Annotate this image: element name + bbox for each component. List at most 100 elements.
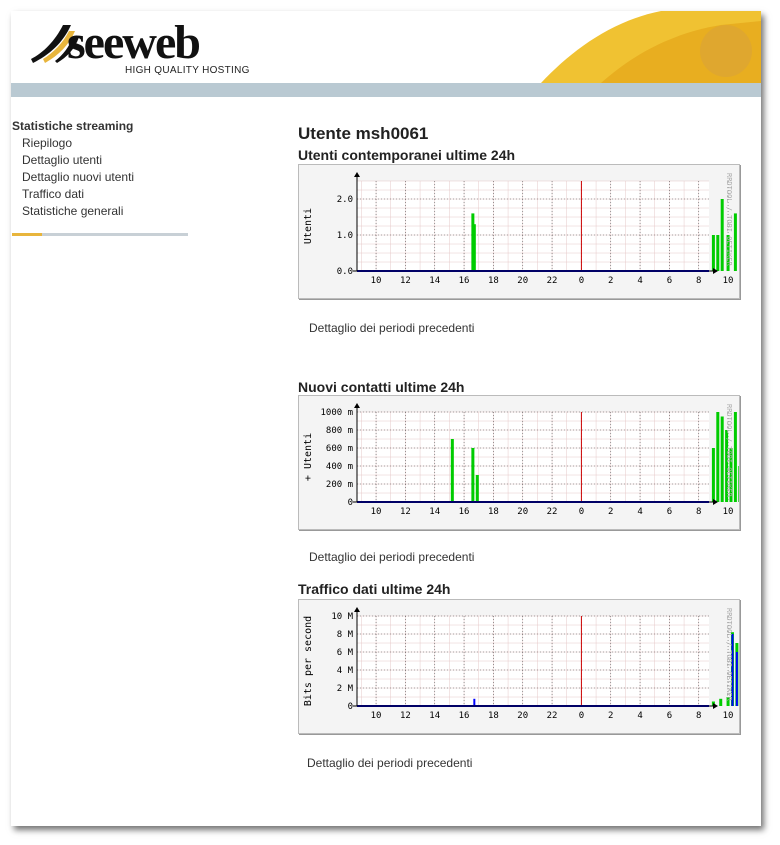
chart-nuovi-svg: 10121416182022024681012140200 m400 m600 … [303,403,739,517]
sidebar-item-statistiche-generali[interactable]: Statistiche generali [22,203,192,220]
x-tick-label: 2 [608,711,613,721]
x-tick-label: 10 [723,507,734,517]
y-tick-label: 4 M [337,666,354,676]
y-tick-label: 600 m [326,444,353,454]
series-out-bar [473,698,476,706]
series-in-bar [719,698,723,706]
section-title-utenti: Utenti contemporanei ultime 24h [298,147,516,163]
sidebar: Statistiche streaming Riepilogo Dettagli… [12,119,192,220]
x-tick-label: 2 [608,276,613,286]
series-bar [472,224,476,271]
sidebar-divider [12,233,188,236]
x-tick-label: 10 [371,276,382,286]
y-tick-label: 6 M [337,648,354,658]
link-periodi-nuovi[interactable]: Dettaglio dei periodi precedenti [309,550,474,564]
series-bar [475,475,479,502]
chart-traffico-svg: 101214161820220246810121402 M4 M6 M8 M10… [303,607,739,721]
x-tick-label: 6 [667,711,672,721]
x-tick-label: 18 [488,711,499,721]
series-bar [720,416,724,502]
x-tick-label: 10 [371,711,382,721]
series-bar [716,412,720,502]
x-tick-label: 22 [547,276,558,286]
brand-name: seeweb [67,16,201,69]
x-tick-label: 8 [696,507,701,517]
header: seeweb HIGH QUALITY HOSTING [11,11,761,83]
x-tick-label: 4 [637,711,642,721]
y-tick-label: 2 M [337,684,354,694]
sidebar-title: Statistiche streaming [12,119,134,133]
x-tick-label: 16 [459,276,470,286]
x-tick-label: 4 [637,276,642,286]
brand-tagline: HIGH QUALITY HOSTING [125,65,250,76]
chart-traffico: 101214161820220246810121402 M4 M6 M8 M10… [298,599,740,734]
y-axis-label: Utenti [303,208,314,244]
x-tick-label: 0 [579,711,584,721]
x-tick-label: 12 [400,276,411,286]
x-tick-label: 10 [723,711,734,721]
x-tick-label: 20 [517,276,528,286]
series-bar [733,412,737,502]
y-tick-label: 8 M [337,630,354,640]
x-tick-label: 20 [517,711,528,721]
x-tick-label: 8 [696,276,701,286]
header-bar [11,83,761,97]
y-tick-label: 2.0 [337,195,353,205]
link-periodi-utenti[interactable]: Dettaglio dei periodi precedenti [309,321,474,335]
watermark-text: RRDTOOL / TOBI OETIKER [725,404,733,498]
series-bar [711,235,715,271]
x-tick-label: 22 [547,711,558,721]
x-tick-label: 18 [488,507,499,517]
y-tick-label: 0.0 [337,267,353,277]
watermark-text: RRDTOOL / TOBI OETIKER [725,608,733,702]
x-tick-label: 6 [667,507,672,517]
x-tick-label: 4 [637,507,642,517]
page-frame: seeweb HIGH QUALITY HOSTING Statistiche … [11,11,761,826]
watermark-text: RRDTOOL / TOBI OETIKER [725,173,733,267]
series-bar [720,199,724,271]
chart-utenti-svg: 10121416182022024681012140.01.02.0Utenti… [303,172,737,286]
series-bar [716,235,720,271]
x-tick-label: 0 [579,276,584,286]
section-title-nuovi: Nuovi contatti ultime 24h [298,379,465,395]
y-axis-arrow [354,403,360,408]
y-axis-label: Bits per second [303,616,314,706]
x-tick-label: 10 [371,507,382,517]
x-tick-label: 14 [429,507,440,517]
y-tick-label: 200 m [326,480,353,490]
link-periodi-traffico[interactable]: Dettaglio dei periodi precedenti [307,756,472,770]
series-bar [711,448,715,502]
x-tick-label: 22 [547,507,558,517]
section-title-traffico: Traffico dati ultime 24h [298,581,451,597]
y-axis-arrow [354,607,360,612]
sun-decoration-icon [541,11,761,83]
y-tick-label: 10 M [331,612,353,622]
y-tick-label: 400 m [326,462,353,472]
sidebar-item-dettaglio-nuovi-utenti[interactable]: Dettaglio nuovi utenti [22,169,192,186]
sidebar-item-dettaglio-utenti[interactable]: Dettaglio utenti [22,152,192,169]
series-bar [471,448,475,502]
x-tick-label: 10 [723,276,734,286]
y-tick-label: 1.0 [337,231,353,241]
x-tick-label: 12 [400,507,411,517]
y-tick-label: 800 m [326,426,353,436]
x-tick-label: 12 [400,711,411,721]
x-axis-arrow [713,703,718,709]
y-axis-label: + Utenti [303,433,314,481]
series-bar [450,439,454,502]
x-tick-label: 6 [667,276,672,286]
sidebar-item-riepilogo[interactable]: Riepilogo [22,135,192,152]
x-tick-label: 14 [429,711,440,721]
x-tick-label: 8 [696,711,701,721]
x-tick-label: 16 [459,711,470,721]
chart-nuovi: 10121416182022024681012140200 m400 m600 … [298,395,740,530]
x-tick-label: 20 [517,507,528,517]
page-title: Utente msh0061 [298,124,429,143]
series-out-bar [735,652,738,706]
y-tick-label: 0 [348,498,353,508]
x-tick-label: 16 [459,507,470,517]
y-tick-label: 1000 m [320,408,353,418]
sidebar-item-traffico-dati[interactable]: Traffico dati [22,186,192,203]
chart-utenti: 10121416182022024681012140.01.02.0Utenti… [298,164,740,299]
x-tick-label: 14 [429,276,440,286]
